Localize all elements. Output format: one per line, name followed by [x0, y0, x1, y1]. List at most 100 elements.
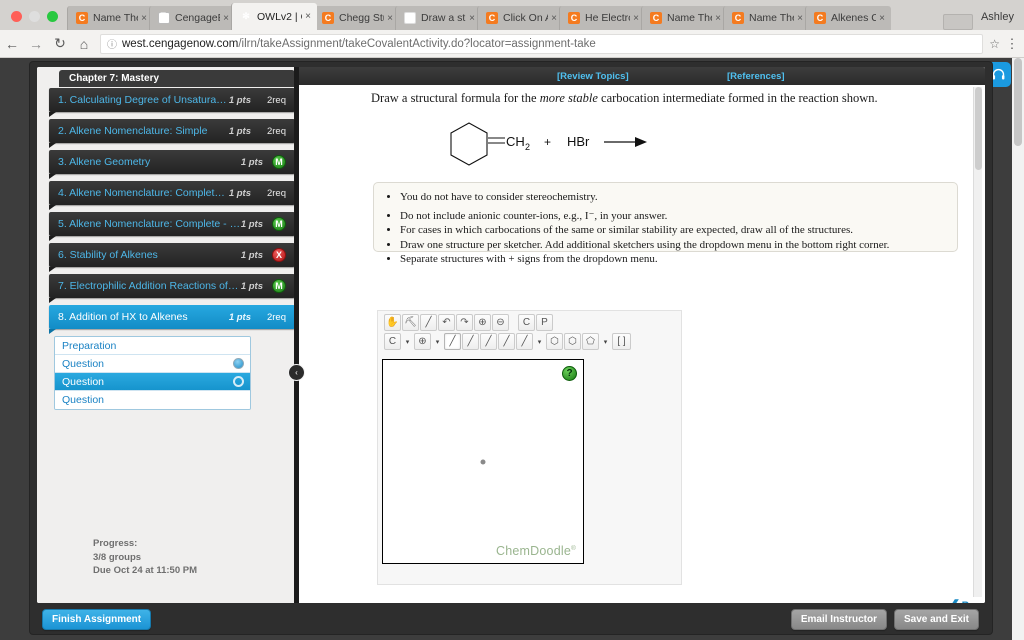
benzene-ring-icon[interactable]: ⬡ — [546, 333, 563, 350]
home-button[interactable]: ⌂ — [72, 36, 96, 52]
chemdoodle-sketcher[interactable]: ✋ ⛏ ╱ ↶ ↷ ⊕ ⊖ C P C ▾ ⊕ ▾ ╱ ╱ ╱ ╱ ╱ ▾ ⬡ ⬡ ⬠ ▾[ ] ? ChemDoodle… — [377, 310, 985, 603]
hand-pan-icon[interactable]: ✋ — [384, 314, 401, 331]
footer-right-buttons: Email Instructor Save and Exit — [784, 608, 985, 630]
browser-tab[interactable]: ✻ OWLv2 | C× — [231, 3, 317, 30]
browser-tab[interactable]: C Name The × — [641, 6, 727, 30]
close-tab-icon[interactable]: × — [469, 13, 475, 24]
close-tab-icon[interactable]: × — [551, 13, 557, 24]
double-bond-icon[interactable]: ╱ — [498, 333, 515, 350]
chevron-down-icon[interactable]: ▾ — [534, 333, 545, 350]
cyclohexane-ring-icon[interactable]: ⬡ — [564, 333, 581, 350]
browser-tab[interactable]: 🗋 CengageB × — [149, 6, 235, 30]
close-tab-icon[interactable]: × — [633, 13, 639, 24]
review-topics-link[interactable]: [Review Topics] — [557, 71, 629, 82]
collapse-sidebar-button[interactable]: ‹ — [288, 364, 305, 381]
wedge-bond-icon[interactable]: ╱ — [462, 333, 479, 350]
charge-icon[interactable]: ⊕ — [414, 333, 431, 350]
sidebar-item-group-2[interactable]: 2. Alkene Nomenclature: Simple 1 pts 2req — [49, 119, 295, 148]
browser-menu-icon[interactable]: ⋮ — [1004, 36, 1020, 52]
forward-button[interactable]: → — [24, 36, 48, 52]
sidebar-subitem[interactable]: Question — [55, 391, 250, 409]
zoom-out-icon[interactable]: ⊖ — [492, 314, 509, 331]
undo-icon[interactable]: ↶ — [438, 314, 455, 331]
window-controls[interactable] — [0, 11, 67, 30]
url-host: west.cengagenow.com — [122, 37, 239, 50]
back-button[interactable]: ← — [0, 36, 24, 52]
tab-strip: CName The×🗋CengageB×✻OWLv2 | C×CChegg St… — [67, 0, 937, 30]
chevron-down-icon[interactable]: ▾ — [600, 333, 611, 350]
cyclopentane-ring-icon[interactable]: ⬠ — [582, 333, 599, 350]
close-tab-icon[interactable]: × — [141, 13, 147, 24]
finish-assignment-button[interactable]: Finish Assignment — [42, 608, 152, 630]
email-instructor-button[interactable]: Email Instructor — [790, 608, 887, 630]
site-info-icon[interactable]: ⓘ — [107, 36, 117, 51]
close-tab-icon[interactable]: × — [305, 11, 311, 22]
sidebar-item-group-5[interactable]: 5. Alkene Nomenclature: Complete - … 1 pt… — [49, 212, 295, 241]
browser-tab-label: Draw a str — [421, 12, 467, 24]
canvas-center-atom[interactable] — [480, 459, 486, 464]
owl-spinner-icon: ✻ — [242, 11, 250, 21]
reload-button[interactable]: ↻ — [48, 35, 72, 52]
sidebar-item-group-6[interactable]: 6. Stability of Alkenes 1 pts X — [49, 243, 295, 272]
group-status-badge: M — [272, 279, 286, 293]
bookmark-star-icon[interactable]: ☆ — [989, 37, 1000, 51]
references-link[interactable]: [References] — [727, 71, 785, 82]
sidebar-item-group-4[interactable]: 4. Alkene Nomenclature: Complete… 1 pts 2r… — [49, 181, 295, 210]
browser-tab[interactable]: C Name The × — [67, 6, 153, 30]
browser-tab[interactable]: C Name The × — [723, 6, 809, 30]
profile-name[interactable]: Ashley — [973, 11, 1024, 30]
cengage-c-icon: C — [814, 12, 826, 24]
close-window-button[interactable] — [11, 11, 22, 22]
plus-sign: + — [544, 135, 551, 149]
carbon-label-icon[interactable]: C — [384, 333, 401, 350]
page-scrollbar-thumb[interactable] — [1014, 58, 1022, 146]
sidebar-item-group-7[interactable]: 7. Electrophilic Addition Reactions of …… — [49, 274, 295, 303]
question-scrollbar[interactable] — [973, 87, 982, 597]
single-bond-icon[interactable]: ╱ — [444, 333, 461, 350]
bold-wedge-bond-icon[interactable]: ╱ — [480, 333, 497, 350]
browser-tab[interactable]: C Chegg Stu × — [313, 6, 399, 30]
group-required: 2req — [266, 94, 286, 106]
page-scrollbar[interactable] — [1012, 58, 1024, 640]
sketcher-canvas[interactable]: ? ChemDoodle® — [382, 359, 584, 564]
zoom-in-icon[interactable]: ⊕ — [474, 314, 491, 331]
browser-tab[interactable]: C Click On A × — [477, 6, 563, 30]
close-tab-icon[interactable]: × — [387, 13, 393, 24]
address-bar[interactable]: ⓘ west.cengagenow.com /ilrn/takeAssignme… — [100, 33, 984, 54]
redo-icon[interactable]: ↷ — [456, 314, 473, 331]
bracket-icon[interactable]: [ ] — [612, 333, 631, 350]
close-tab-icon[interactable]: × — [797, 13, 803, 24]
browser-tab[interactable]: C He Electro × — [559, 6, 645, 30]
sidebar-item-group-3[interactable]: 3. Alkene Geometry 1 pts M — [49, 150, 295, 179]
triple-bond-icon[interactable]: ╱ — [516, 333, 533, 350]
ch2-subscript: 2 — [525, 142, 530, 152]
save-and-exit-button[interactable]: Save and Exit — [893, 608, 979, 630]
sidebar-item-group-8[interactable]: 8. Addition of HX to Alkenes 1 pts 2req — [49, 305, 295, 334]
previous-button[interactable]: ❮ Previous — [948, 597, 985, 603]
sidebar-item-label: 2. Alkene Nomenclature: Simple — [58, 125, 208, 137]
paste-icon[interactable]: P — [536, 314, 553, 331]
eraser-lasso-icon[interactable]: ⛏ — [402, 314, 419, 331]
question-scrollbar-thumb[interactable] — [975, 87, 982, 170]
document-icon: 🗋 — [158, 12, 170, 24]
chevron-down-icon[interactable]: ▾ — [432, 333, 443, 350]
close-tab-icon[interactable]: × — [715, 13, 721, 24]
sidebar-item-group-1[interactable]: 1. Calculating Degree of Unsaturation 1 p… — [49, 88, 295, 117]
group-required: 2req — [266, 125, 286, 137]
sidebar-subitem-label: Question — [62, 394, 105, 406]
browser-tab[interactable]: C Alkenes C × — [805, 6, 891, 30]
chevron-down-icon[interactable]: ▾ — [402, 333, 413, 350]
eraser-icon[interactable]: ╱ — [420, 314, 437, 331]
copy-icon[interactable]: C — [518, 314, 535, 331]
sidebar-subitem[interactable]: Question — [55, 373, 250, 391]
close-tab-icon[interactable]: × — [223, 13, 229, 24]
sidebar-subitem[interactable]: Preparation — [55, 337, 250, 355]
minimize-window-button[interactable] — [29, 11, 40, 22]
new-tab-button[interactable] — [942, 14, 973, 30]
maximize-window-button[interactable] — [47, 11, 58, 22]
subitem-status-icon — [233, 358, 244, 369]
close-tab-icon[interactable]: × — [879, 13, 885, 24]
sketcher-help-icon[interactable]: ? — [562, 366, 577, 381]
sidebar-subitem[interactable]: Question — [55, 355, 250, 373]
browser-tab[interactable]: G Draw a str × — [395, 6, 481, 30]
